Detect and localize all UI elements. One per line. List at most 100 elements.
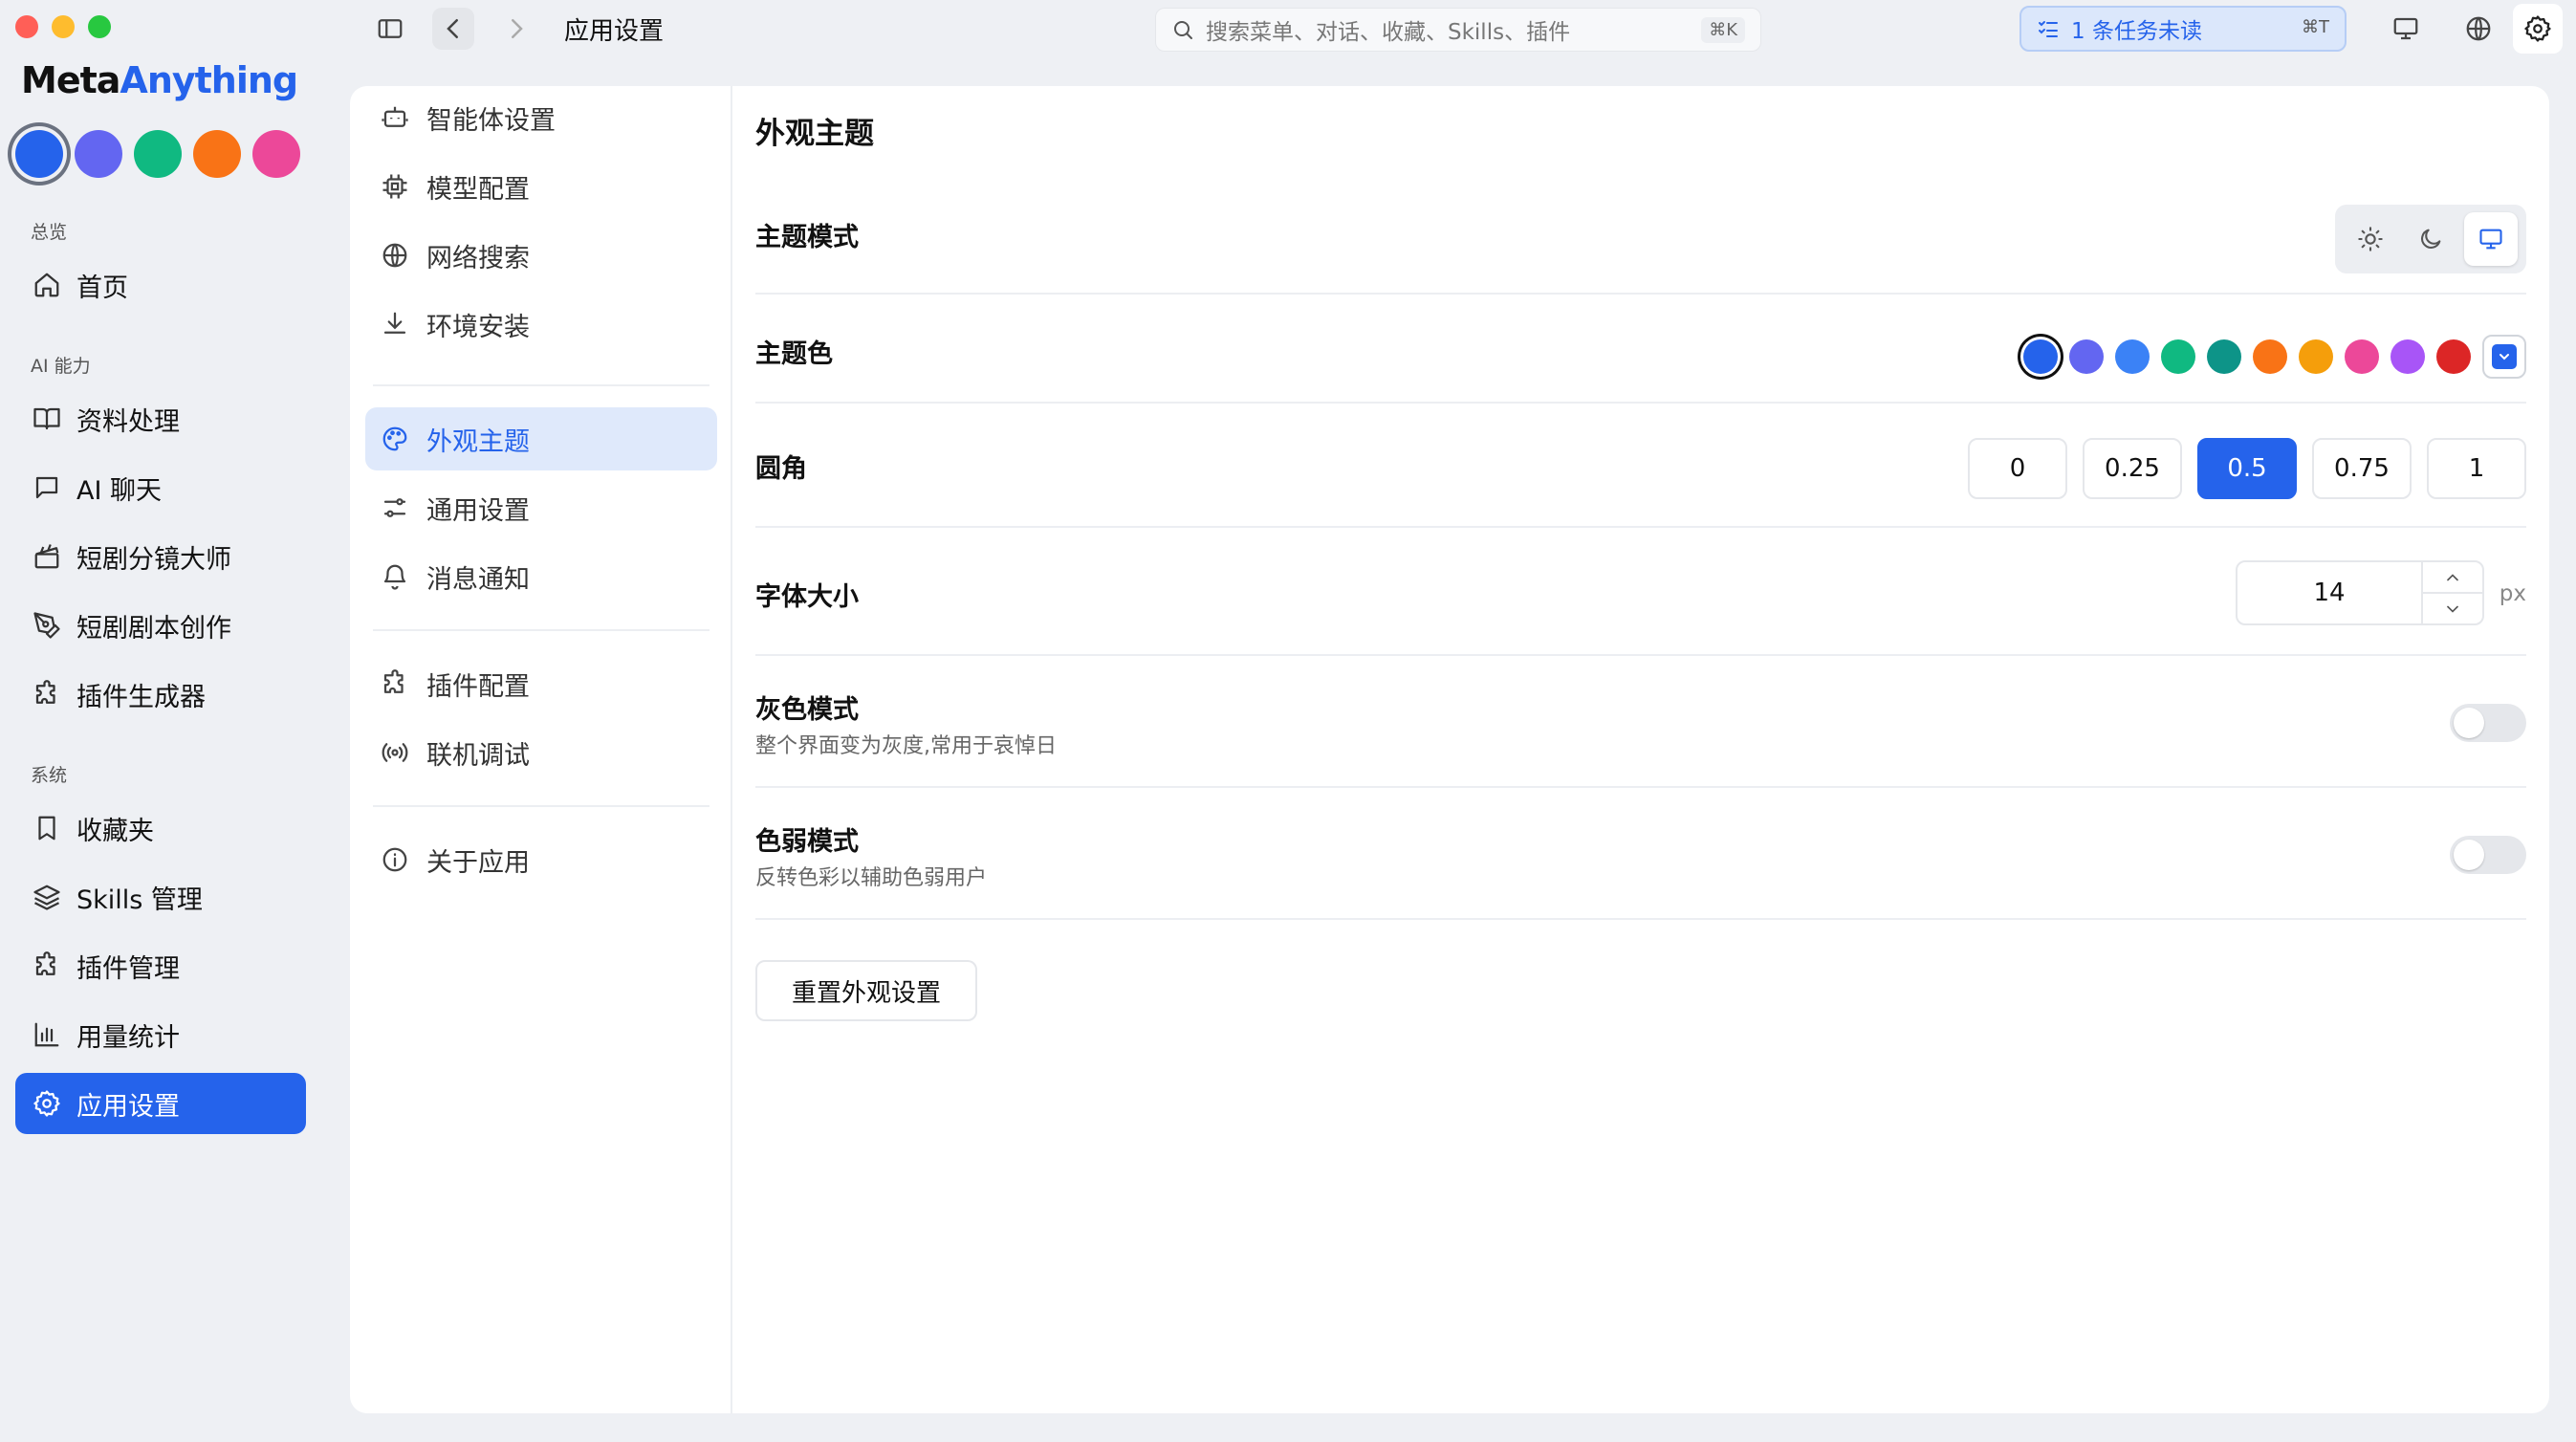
- radius-option-0-5[interactable]: 0.5: [2197, 438, 2297, 499]
- sidebar-section-title: 系统: [31, 765, 68, 786]
- theme-color-swatch[interactable]: [2207, 339, 2241, 374]
- theme-dark-option[interactable]: [2404, 212, 2457, 266]
- maximize-window-button[interactable]: [88, 15, 111, 38]
- settings-nav-label: 网络搜索: [426, 243, 530, 273]
- global-search-input[interactable]: 搜索菜单、对话、收藏、Skills、插件 ⌘K: [1155, 8, 1761, 52]
- brand-swatch-indigo[interactable]: [75, 130, 122, 178]
- settings-button[interactable]: [2513, 4, 2563, 54]
- brand-swatch-green[interactable]: [134, 130, 182, 178]
- theme-color-swatch[interactable]: [2345, 339, 2379, 374]
- sidebar-item-data-processing[interactable]: 资料处理: [15, 388, 306, 449]
- radius-row: 圆角 0 0.25 0.5 0.75 1: [755, 404, 2526, 528]
- radius-option-0-75[interactable]: 0.75: [2312, 438, 2412, 499]
- brand-swatch-blue[interactable]: [15, 130, 63, 178]
- sidebar-item-ai-chat[interactable]: AI 聊天: [15, 457, 306, 518]
- settings-nav-model[interactable]: 模型配置: [365, 155, 717, 218]
- search-placeholder: 搜索菜单、对话、收藏、Skills、插件: [1206, 20, 1571, 45]
- bell-icon: [383, 564, 406, 590]
- settings-nav-label: 智能体设置: [426, 105, 556, 136]
- brand-swatch-orange[interactable]: [193, 130, 241, 178]
- settings-nav-about[interactable]: 关于应用: [365, 828, 717, 891]
- theme-system-option[interactable]: [2463, 212, 2518, 266]
- theme-color-swatch[interactable]: [2253, 339, 2287, 374]
- bookmark-icon: [38, 816, 55, 841]
- sidebar-item-skills[interactable]: Skills 管理: [15, 866, 306, 928]
- settings-nav-remote-debug[interactable]: 联机调试: [365, 721, 717, 784]
- gray-mode-label: 灰色模式: [755, 695, 859, 725]
- sidebar-item-plugin-management[interactable]: 插件管理: [15, 935, 306, 996]
- sidebar-item-home[interactable]: 首页: [15, 254, 306, 316]
- theme-color-swatch[interactable]: [2069, 339, 2104, 374]
- sidebar-item-label: 资料处理: [76, 406, 180, 437]
- sidebar-item-app-settings[interactable]: 应用设置: [15, 1073, 306, 1134]
- radius-option-1[interactable]: 1: [2427, 438, 2526, 499]
- gear-icon: [33, 1090, 60, 1117]
- radius-options: 0 0.25 0.5 0.75 1: [1968, 438, 2526, 499]
- decrement-button[interactable]: [2423, 594, 2482, 623]
- custom-color-picker[interactable]: [2482, 335, 2526, 379]
- app-logo: MetaAnything: [21, 59, 298, 101]
- settings-nav-divider: [373, 384, 709, 386]
- settings-nav-agent[interactable]: 智能体设置: [365, 86, 717, 149]
- sidebar-item-script-writing[interactable]: 短剧剧本创作: [15, 595, 306, 656]
- theme-color-swatch[interactable]: [2299, 339, 2333, 374]
- forward-button[interactable]: [495, 8, 537, 50]
- theme-color-swatch[interactable]: [2023, 339, 2058, 374]
- settings-nav-web-search[interactable]: 网络搜索: [365, 224, 717, 287]
- list-checks-icon: [2039, 21, 2058, 37]
- sidebar-item-bookmarks[interactable]: 收藏夹: [15, 797, 306, 859]
- settings-nav-notifications[interactable]: 消息通知: [365, 545, 717, 608]
- font-size-value[interactable]: 14: [2238, 562, 2421, 623]
- settings-nav-environment[interactable]: 环境安装: [365, 293, 717, 356]
- theme-color-swatch[interactable]: [2115, 339, 2150, 374]
- sidebar-toggle-icon: [378, 19, 403, 38]
- clapperboard-icon: [34, 544, 59, 569]
- toggle-sidebar-button[interactable]: [369, 8, 411, 50]
- chevron-left-icon: [447, 19, 458, 38]
- sidebar-item-storyboard[interactable]: 短剧分镜大师: [15, 526, 306, 587]
- minimize-window-button[interactable]: [52, 15, 75, 38]
- theme-light-option[interactable]: [2344, 212, 2397, 266]
- radius-option-0-25[interactable]: 0.25: [2083, 438, 2182, 499]
- chevron-down-icon: [2447, 605, 2458, 613]
- theme-mode-row: 主题模式: [755, 184, 2526, 295]
- download-icon: [383, 312, 406, 334]
- theme-mode-label: 主题模式: [755, 223, 859, 252]
- task-notification-button[interactable]: 1 条任务未读 ⌘T: [2019, 6, 2347, 52]
- brand-swatch-pink[interactable]: [252, 130, 300, 178]
- back-button[interactable]: [432, 8, 474, 50]
- settings-nav-general[interactable]: 通用设置: [365, 476, 717, 539]
- close-window-button[interactable]: [15, 15, 38, 38]
- gray-mode-toggle[interactable]: [2450, 704, 2526, 742]
- globe-icon: [2466, 16, 2491, 41]
- font-size-stepper[interactable]: 14: [2236, 560, 2484, 625]
- theme-color-swatch[interactable]: [2161, 339, 2195, 374]
- sidebar-item-usage-stats[interactable]: 用量统计: [15, 1004, 306, 1065]
- info-icon: [382, 847, 407, 872]
- settings-nav-label: 外观主题: [426, 426, 530, 457]
- increment-button[interactable]: [2423, 562, 2482, 594]
- message-square-icon: [35, 476, 58, 499]
- color-weak-toggle[interactable]: [2450, 836, 2526, 874]
- theme-color-swatch[interactable]: [2390, 339, 2425, 374]
- settings-nav-label: 联机调试: [426, 740, 530, 771]
- gray-mode-row: 灰色模式 整个界面变为灰度,常用于哀悼日: [755, 656, 2526, 788]
- radius-label: 圆角: [755, 454, 807, 484]
- puzzle-icon: [35, 951, 55, 975]
- settings-nav: 智能体设置 模型配置 网络搜索 环境安装 外观主题 通用设置 消息通知 插件配置…: [350, 86, 732, 1413]
- settings-nav-plugin-config[interactable]: 插件配置: [365, 652, 717, 715]
- sidebar-item-label: 应用设置: [76, 1091, 180, 1122]
- language-button[interactable]: [2457, 8, 2500, 50]
- page-title: 外观主题: [755, 117, 874, 151]
- sidebar-item-plugin-generator[interactable]: 插件生成器: [15, 664, 306, 725]
- settings-nav-appearance[interactable]: 外观主题: [365, 407, 717, 470]
- radius-option-0[interactable]: 0: [1968, 438, 2067, 499]
- bot-icon: [382, 106, 408, 127]
- window-controls: [15, 15, 111, 38]
- display-button[interactable]: [2385, 8, 2427, 50]
- theme-color-swatch[interactable]: [2436, 339, 2471, 374]
- reset-appearance-button[interactable]: 重置外观设置: [755, 960, 977, 1021]
- top-bar: 应用设置 搜索菜单、对话、收藏、Skills、插件 ⌘K 1 条任务未读 ⌘T: [323, 0, 2576, 57]
- sidebar-section-title: AI 能力: [31, 356, 91, 377]
- puzzle-icon: [383, 669, 404, 693]
